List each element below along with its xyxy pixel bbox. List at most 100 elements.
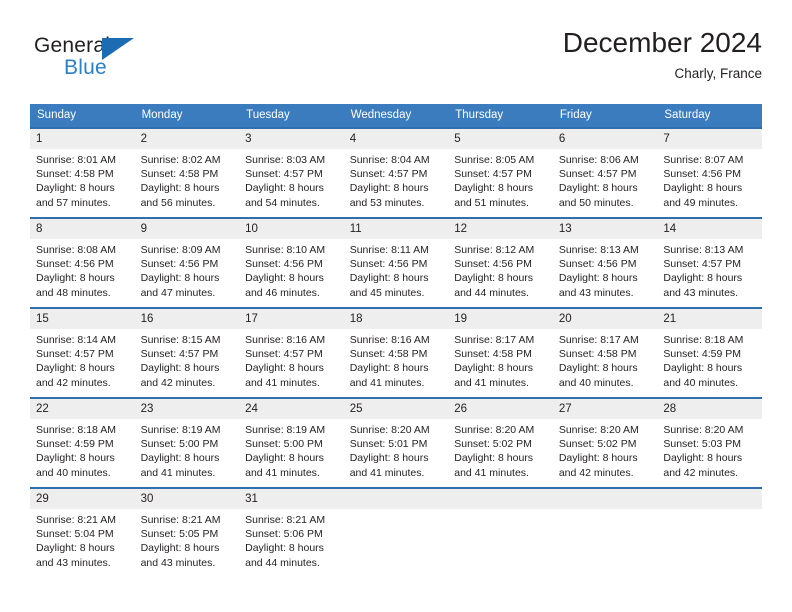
day-cell[interactable]: 20 Sunrise: 8:17 AM Sunset: 4:58 PM Dayligh… [552,307,658,397]
daylight-text-line1: Daylight: 8 hours [558,452,638,465]
day-details: Sunrise: 8:18 AM Sunset: 4:59 PM Daylight:… [30,419,135,480]
sunset-text: Sunset: 5:00 PM [140,438,219,451]
day-cell[interactable]: 3 Sunrise: 8:03 AM Sunset: 4:57 PM Daylight… [239,127,344,217]
day-cell[interactable]: 13 Sunrise: 8:13 AM Sunset: 4:56 PM Dayligh… [552,217,658,307]
daylight-text-line2: and 54 minutes. [245,196,320,209]
day-cell[interactable]: 5 Sunrise: 8:05 AM Sunset: 4:57 PM Daylight… [448,127,553,217]
daylight-text-line1: Daylight: 8 hours [454,452,534,465]
sunset-text: Sunset: 4:58 PM [558,348,637,361]
calendar-cell [343,487,449,577]
sunrise-text: Sunrise: 8:21 AM [245,514,326,526]
sunrise-text: Sunrise: 8:19 AM [245,424,326,436]
day-cell[interactable]: 11 Sunrise: 8:11 AM Sunset: 4:56 PM Dayligh… [343,217,449,307]
day-cell[interactable]: 30 Sunrise: 8:21 AM Sunset: 5:05 PM Dayligh… [134,487,240,577]
day-number: 10 [239,219,344,239]
calendar-cell [552,487,658,577]
day-cell[interactable]: 28 Sunrise: 8:20 AM Sunset: 5:03 PM Dayligh… [657,397,762,487]
day-details: Sunrise: 8:17 AM Sunset: 4:58 PM Daylight:… [448,329,553,390]
day-cell[interactable]: 21 Sunrise: 8:18 AM Sunset: 4:59 PM Dayligh… [657,307,762,397]
day-details: Sunrise: 8:17 AM Sunset: 4:58 PM Daylight:… [553,329,658,390]
daylight-text-line1: Daylight: 8 hours [349,182,429,195]
day-number: 23 [134,399,240,419]
day-cell[interactable]: 29 Sunrise: 8:21 AM Sunset: 5:04 PM Dayligh… [30,487,135,577]
sunrise-text: Sunrise: 8:13 AM [558,244,639,256]
day-details: Sunrise: 8:15 AM Sunset: 4:57 PM Daylight:… [135,329,240,390]
day-cell[interactable]: 24 Sunrise: 8:19 AM Sunset: 5:00 PM Dayligh… [239,397,344,487]
day-cell[interactable]: 25 Sunrise: 8:20 AM Sunset: 5:01 PM Dayligh… [343,397,449,487]
logo-text-general: General [34,34,111,57]
day-cell[interactable]: 10 Sunrise: 8:10 AM Sunset: 4:56 PM Dayligh… [239,217,344,307]
calendar-cell: 4 Sunrise: 8:04 AM Sunset: 4:57 PM Daylight… [343,127,449,217]
daylight-text-line1: Daylight: 8 hours [558,272,638,285]
day-details: Sunrise: 8:19 AM Sunset: 5:00 PM Daylight:… [135,419,240,480]
day-number: 2 [134,129,240,149]
daylight-text-line2: and 42 minutes. [140,376,216,389]
daylight-text-line2: and 42 minutes. [36,376,111,389]
sunrise-text: Sunrise: 8:18 AM [36,424,116,436]
day-cell[interactable]: 1 Sunrise: 8:01 AM Sunset: 4:58 PM Daylight… [30,127,135,217]
calendar-body: 1 Sunrise: 8:01 AM Sunset: 4:58 PM Daylight… [30,127,762,577]
daylight-text-line1: Daylight: 8 hours [140,362,220,375]
day-cell[interactable]: 2 Sunrise: 8:02 AM Sunset: 4:58 PM Daylight… [134,127,240,217]
daylight-text-line1: Daylight: 8 hours [558,362,638,375]
day-cell[interactable]: 16 Sunrise: 8:15 AM Sunset: 4:57 PM Dayligh… [134,307,240,397]
calendar-cell: 16 Sunrise: 8:15 AM Sunset: 4:57 PM Dayligh… [134,307,240,397]
sunset-text: Sunset: 4:57 PM [36,348,114,361]
day-cell[interactable]: 6 Sunrise: 8:06 AM Sunset: 4:57 PM Daylight… [552,127,658,217]
daylight-text-line2: and 43 minutes. [140,556,216,569]
day-cell[interactable]: 12 Sunrise: 8:12 AM Sunset: 4:56 PM Dayligh… [448,217,553,307]
day-number: 31 [239,489,344,509]
daylight-text-line2: and 41 minutes. [454,376,529,389]
daylight-text-line1: Daylight: 8 hours [36,362,115,375]
sunrise-text: Sunrise: 8:10 AM [245,244,326,256]
calendar-cell: 17 Sunrise: 8:16 AM Sunset: 4:57 PM Dayligh… [239,307,344,397]
sunrise-text: Sunrise: 8:05 AM [454,154,535,166]
day-cell[interactable]: 15 Sunrise: 8:14 AM Sunset: 4:57 PM Dayligh… [30,307,135,397]
day-number: 15 [30,309,135,329]
sunrise-text: Sunrise: 8:16 AM [245,334,326,346]
calendar-week-row: 8 Sunrise: 8:08 AM Sunset: 4:56 PM Daylight… [30,217,762,307]
day-details: Sunrise: 8:09 AM Sunset: 4:56 PM Daylight:… [135,239,240,300]
calendar-cell: 11 Sunrise: 8:11 AM Sunset: 4:56 PM Dayligh… [343,217,449,307]
sunrise-text: Sunrise: 8:17 AM [558,334,639,346]
day-cell[interactable]: 17 Sunrise: 8:16 AM Sunset: 4:57 PM Dayligh… [239,307,344,397]
day-cell[interactable]: 27 Sunrise: 8:20 AM Sunset: 5:02 PM Dayligh… [552,397,658,487]
sunrise-text: Sunrise: 8:01 AM [36,154,116,166]
daylight-text-line2: and 40 minutes. [558,376,634,389]
day-cell[interactable]: 7 Sunrise: 8:07 AM Sunset: 4:56 PM Daylight… [657,127,762,217]
sunrise-text: Sunrise: 8:20 AM [663,424,744,436]
calendar-cell: 13 Sunrise: 8:13 AM Sunset: 4:56 PM Dayligh… [552,217,658,307]
sunset-text: Sunset: 4:56 PM [36,258,114,271]
day-details [448,509,553,513]
sunrise-text: Sunrise: 8:04 AM [349,154,430,166]
day-cell[interactable]: 8 Sunrise: 8:08 AM Sunset: 4:56 PM Daylight… [30,217,135,307]
day-cell[interactable]: 22 Sunrise: 8:18 AM Sunset: 4:59 PM Dayligh… [30,397,135,487]
sunrise-text: Sunrise: 8:12 AM [454,244,535,256]
calendar-cell: 12 Sunrise: 8:12 AM Sunset: 4:56 PM Dayligh… [448,217,553,307]
day-cell[interactable]: 18 Sunrise: 8:16 AM Sunset: 4:58 PM Dayligh… [343,307,449,397]
daylight-text-line2: and 56 minutes. [140,196,216,209]
sunset-text: Sunset: 4:57 PM [245,168,323,181]
day-cell[interactable]: 4 Sunrise: 8:04 AM Sunset: 4:57 PM Daylight… [343,127,449,217]
day-cell[interactable]: 19 Sunrise: 8:17 AM Sunset: 4:58 PM Dayligh… [448,307,553,397]
day-cell[interactable]: 9 Sunrise: 8:09 AM Sunset: 4:56 PM Daylight… [134,217,240,307]
day-details: Sunrise: 8:19 AM Sunset: 5:00 PM Daylight:… [239,419,344,480]
daylight-text-line2: and 51 minutes. [454,196,529,209]
day-cell[interactable]: 14 Sunrise: 8:13 AM Sunset: 4:57 PM Dayligh… [657,217,762,307]
calendar-cell: 27 Sunrise: 8:20 AM Sunset: 5:02 PM Dayligh… [552,397,658,487]
day-cell[interactable]: 26 Sunrise: 8:20 AM Sunset: 5:02 PM Dayligh… [448,397,553,487]
day-cell[interactable]: 23 Sunrise: 8:19 AM Sunset: 5:00 PM Dayligh… [134,397,240,487]
day-details: Sunrise: 8:07 AM Sunset: 4:56 PM Daylight:… [657,149,762,210]
general-blue-logo[interactable]: General Blue [34,34,164,88]
daylight-text-line2: and 43 minutes. [36,556,111,569]
day-number: 22 [30,399,135,419]
day-cell[interactable]: 31 Sunrise: 8:21 AM Sunset: 5:06 PM Dayligh… [239,487,344,577]
sunset-text: Sunset: 4:57 PM [454,168,532,181]
sunset-text: Sunset: 4:57 PM [349,168,428,181]
sunrise-text: Sunrise: 8:14 AM [36,334,116,346]
daylight-text-line2: and 57 minutes. [36,196,111,209]
daylight-text-line1: Daylight: 8 hours [454,272,534,285]
day-cell-empty [552,487,658,577]
daylight-text-line1: Daylight: 8 hours [140,272,220,285]
sunrise-text: Sunrise: 8:02 AM [140,154,221,166]
